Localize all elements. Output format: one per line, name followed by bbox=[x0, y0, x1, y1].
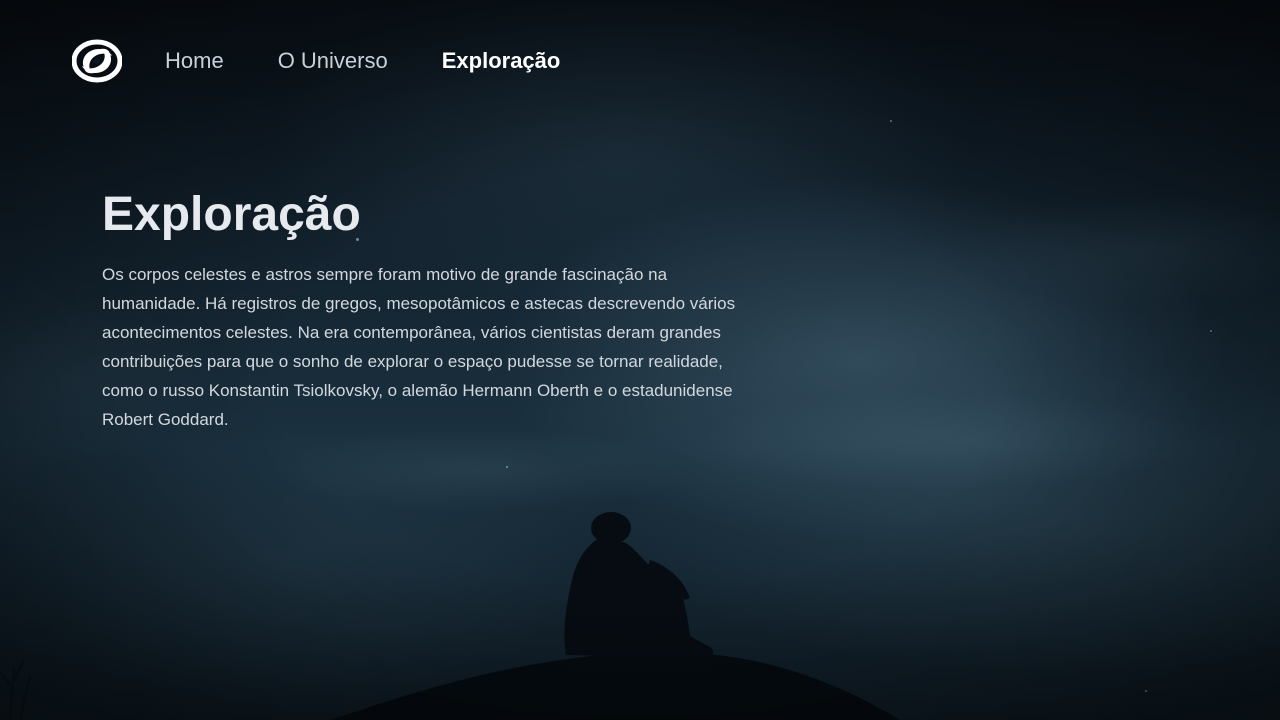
main-nav: Home O Universo Exploração bbox=[72, 38, 614, 84]
spiral-galaxy-icon[interactable] bbox=[72, 38, 122, 84]
nav-link-exploracao[interactable]: Exploração bbox=[442, 48, 561, 74]
page: Home O Universo Exploração Exploração Os… bbox=[0, 0, 1280, 720]
nav-link-o-universo[interactable]: O Universo bbox=[278, 48, 388, 74]
page-title: Exploração bbox=[102, 188, 361, 241]
page-description: Os corpos celestes e astros sempre foram… bbox=[102, 265, 736, 429]
main-content: Exploração Os corpos celestes e astros s… bbox=[102, 186, 762, 434]
nav-link-home[interactable]: Home bbox=[165, 48, 224, 74]
